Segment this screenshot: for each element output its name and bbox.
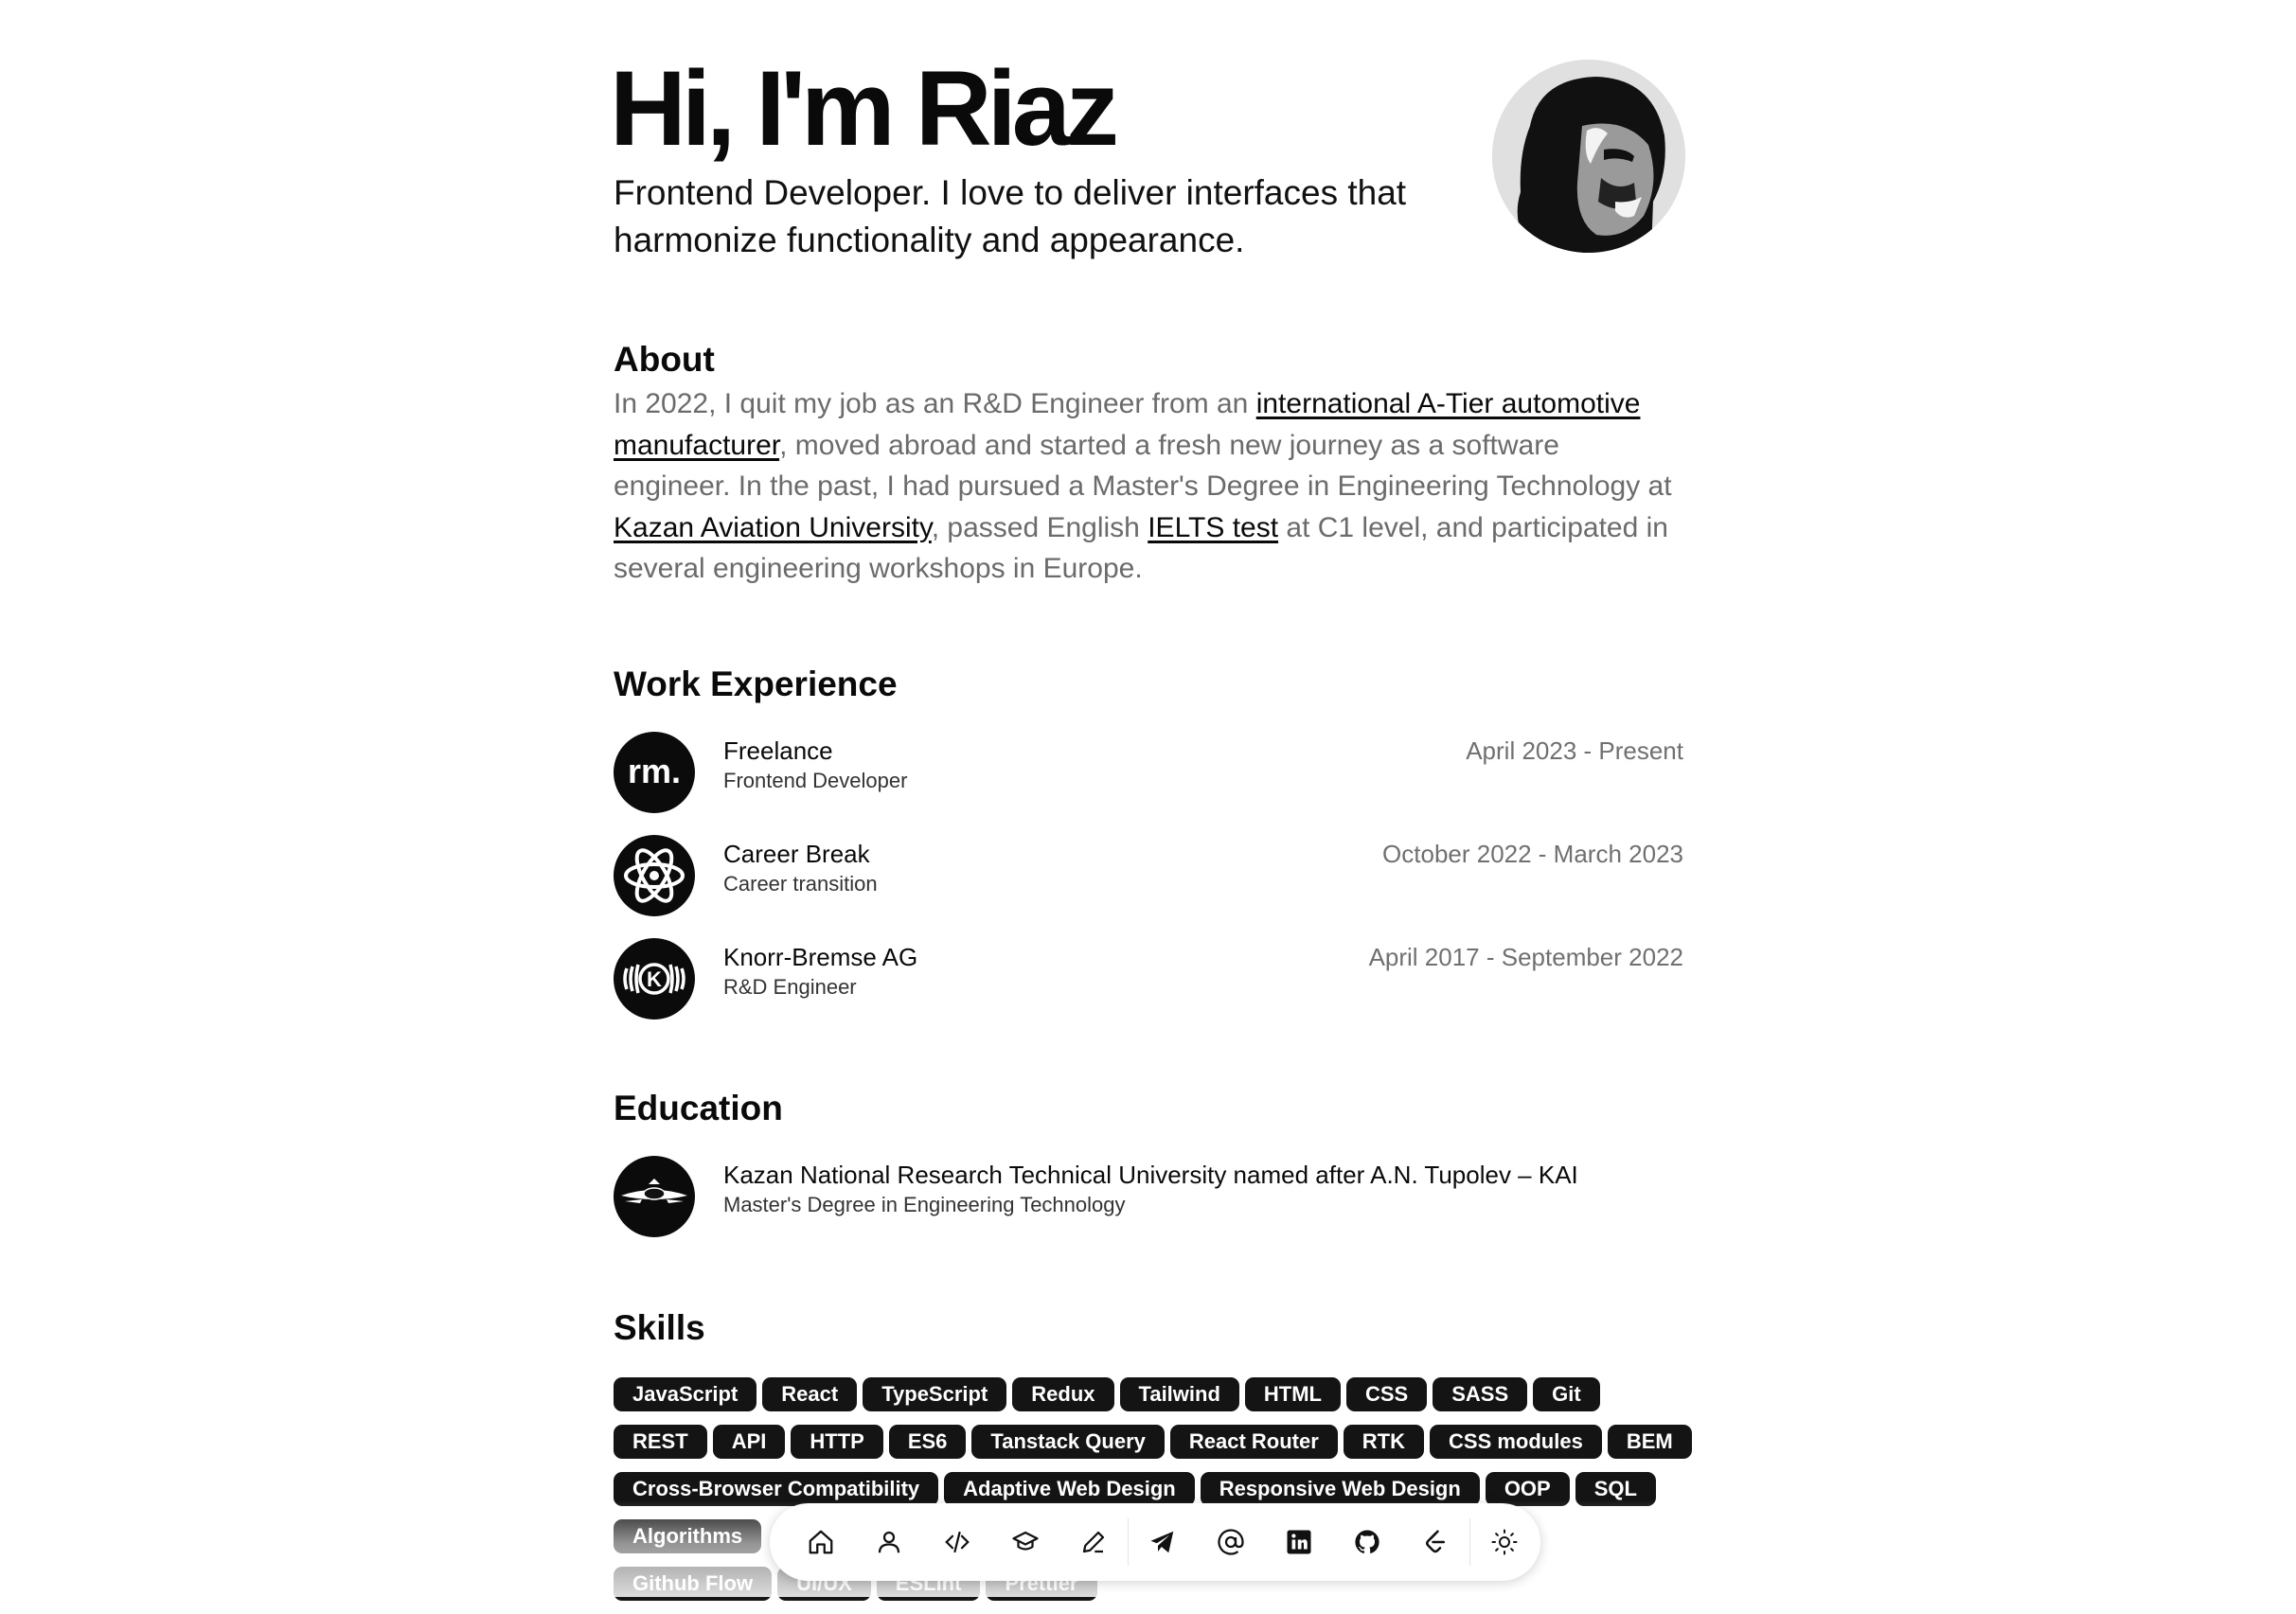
skills-tag-row: REST API HTTP ES6 Tanstack Query React Router… [614,1425,1693,1459]
work-item-role: R&D Engineer [723,975,857,999]
skill-tag: REST [614,1425,707,1459]
education-item-name: Kazan National Research Technical Univer… [723,1161,1578,1189]
skill-tag: React [762,1377,858,1411]
education-heading: Education [614,1089,783,1127]
skills-heading: Skills [614,1308,705,1347]
work-item-knorr-bremse: K Knorr-Bremse AG R&D Engineer April 201… [614,938,1683,1020]
work-item-role: Career transition [723,872,878,896]
telegram-icon[interactable] [1129,1508,1197,1576]
hero-subtitle-line1: Frontend Developer. I love to deliver in… [614,173,1407,212]
pencil-icon[interactable] [1059,1508,1128,1576]
skill-tag: JavaScript [614,1377,757,1411]
skill-tag: SASS [1433,1377,1528,1411]
hero-section: Hi, I'm Riaz Frontend Developer. I love … [610,52,1685,270]
code-icon[interactable] [923,1508,991,1576]
skill-tag: React Router [1169,1425,1338,1459]
work-item-freelance: rm. Freelance Frontend Developer April 2… [614,732,1683,813]
work-item-period: April 2017 - September 2022 [1368,943,1683,971]
education-item-degree: Master's Degree in Engineering Technolog… [723,1193,1126,1216]
work-item-role: Frontend Developer [723,769,908,792]
avatar [1492,60,1685,253]
skill-tag: CSS [1346,1377,1428,1411]
hero-subtitle-line2: harmonize functionality and appearance. [614,221,1245,259]
skill-tag: Git [1533,1377,1600,1411]
education-item-kai: Kazan National Research Technical Univer… [614,1156,1683,1237]
freelance-logo-icon: rm. [614,732,695,813]
avatar-portrait-image [1492,60,1685,253]
atom-icon [614,835,695,916]
link-kazan-aviation-university[interactable]: Kazan Aviation University [614,512,932,543]
skill-tag: HTTP [791,1425,883,1459]
leetcode-icon[interactable] [1401,1508,1469,1576]
skill-tag: HTML [1244,1377,1341,1411]
knorr-bremse-logo-icon: K [614,938,695,1020]
home-icon[interactable] [787,1508,855,1576]
kai-university-logo-icon [614,1156,695,1237]
about-text-part1: In 2022, I quit my job as an R&D Enginee… [614,388,1256,419]
freelance-logo-text: rm. [628,752,681,790]
work-item-name: Career Break [723,840,870,868]
hero-subtitle: Frontend Developer. I love to deliver in… [614,169,1494,264]
skill-tag: Redux [1012,1377,1114,1411]
skill-tag: Tanstack Query [971,1425,1165,1459]
about-text-part3: , passed English [931,511,1148,543]
about-heading: About [614,340,715,379]
work-item-career-break: Career Break Career transition October 2… [614,835,1683,916]
github-icon[interactable] [1333,1508,1401,1576]
work-item-name: Knorr-Bremse AG [723,943,918,971]
user-icon[interactable] [855,1508,923,1576]
skill-tag: ES6 [888,1425,967,1459]
bottom-dock [770,1503,1540,1581]
linkedin-icon[interactable] [1265,1508,1333,1576]
work-item-period: October 2022 - March 2023 [1382,840,1683,868]
skill-tag: RTK [1343,1425,1425,1459]
sun-icon[interactable] [1470,1508,1539,1576]
skills-tag-row: JavaScript React TypeScript Redux Tailwind HT… [614,1377,1693,1411]
graduation-cap-icon[interactable] [991,1508,1059,1576]
skill-tag: Tailwind [1119,1377,1239,1411]
skill-tag: API [712,1425,786,1459]
skill-tag: BEM [1607,1425,1692,1459]
at-sign-icon[interactable] [1197,1508,1265,1576]
skill-tag: TypeScript [863,1377,1007,1411]
work-item-name: Freelance [723,736,833,765]
skill-tag: CSS modules [1430,1425,1602,1459]
work-heading: Work Experience [614,665,898,703]
work-item-period: April 2023 - Present [1466,736,1683,765]
hero-title: Hi, I'm Riaz [610,49,1119,168]
about-text: In 2022, I quit my job as an R&D Enginee… [614,383,1683,590]
knorr-bremse-logo-text: K [647,967,662,991]
link-ielts-test[interactable]: IELTS test [1148,512,1278,543]
